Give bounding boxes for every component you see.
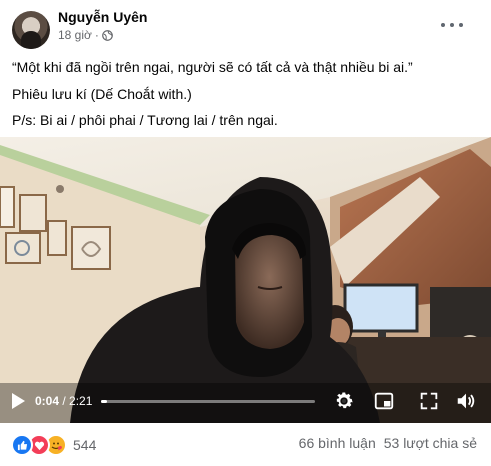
post-text-line-1: “Một khi đã ngồi trên ngai, người sẽ có … <box>12 59 413 75</box>
reaction-count: 544 <box>73 437 97 453</box>
fullscreen-icon[interactable] <box>418 390 440 412</box>
post-stats: 66 bình luận 53 lượt chia sẻ <box>299 435 477 451</box>
video-frame <box>0 137 491 423</box>
author-name[interactable]: Nguyễn Uyên <box>58 9 147 25</box>
more-options-icon[interactable] <box>441 16 463 34</box>
settings-gear-icon[interactable] <box>333 390 355 412</box>
duration: 2:21 <box>69 394 93 408</box>
current-time: 0:04 <box>35 394 60 408</box>
meta-separator: · <box>94 28 99 42</box>
video-player[interactable] <box>0 137 491 423</box>
author-avatar[interactable] <box>12 11 50 49</box>
progress-fill <box>101 400 107 403</box>
progress-bar[interactable] <box>101 400 315 403</box>
volume-icon[interactable] <box>455 390 477 412</box>
post-meta: 18 giờ · <box>58 28 113 42</box>
share-count[interactable]: 53 lượt chia sẻ <box>384 435 477 451</box>
video-controls: 0:04 / 2:21 <box>0 382 491 420</box>
time-separator: / <box>59 394 70 408</box>
post-text-line-2: Phiêu lưu kí (Dế Choắt with.) <box>12 86 192 102</box>
reactions-summary[interactable]: 544 <box>11 434 96 456</box>
post-time[interactable]: 18 giờ <box>58 28 92 42</box>
post-footer: 544 66 bình luận 53 lượt chia sẻ <box>0 423 491 466</box>
comment-count[interactable]: 66 bình luận <box>299 435 376 451</box>
globe-icon <box>102 29 113 41</box>
play-icon[interactable] <box>10 392 26 410</box>
facebook-post: Nguyễn Uyên 18 giờ · “Một khi đã ngồi tr… <box>0 0 491 466</box>
post-text-line-3: P/s: Bi ai / phôi phai / Tương lai / trê… <box>12 112 278 128</box>
picture-in-picture-icon[interactable] <box>373 390 395 412</box>
like-icon <box>11 434 33 456</box>
video-time: 0:04 / 2:21 <box>35 394 92 408</box>
